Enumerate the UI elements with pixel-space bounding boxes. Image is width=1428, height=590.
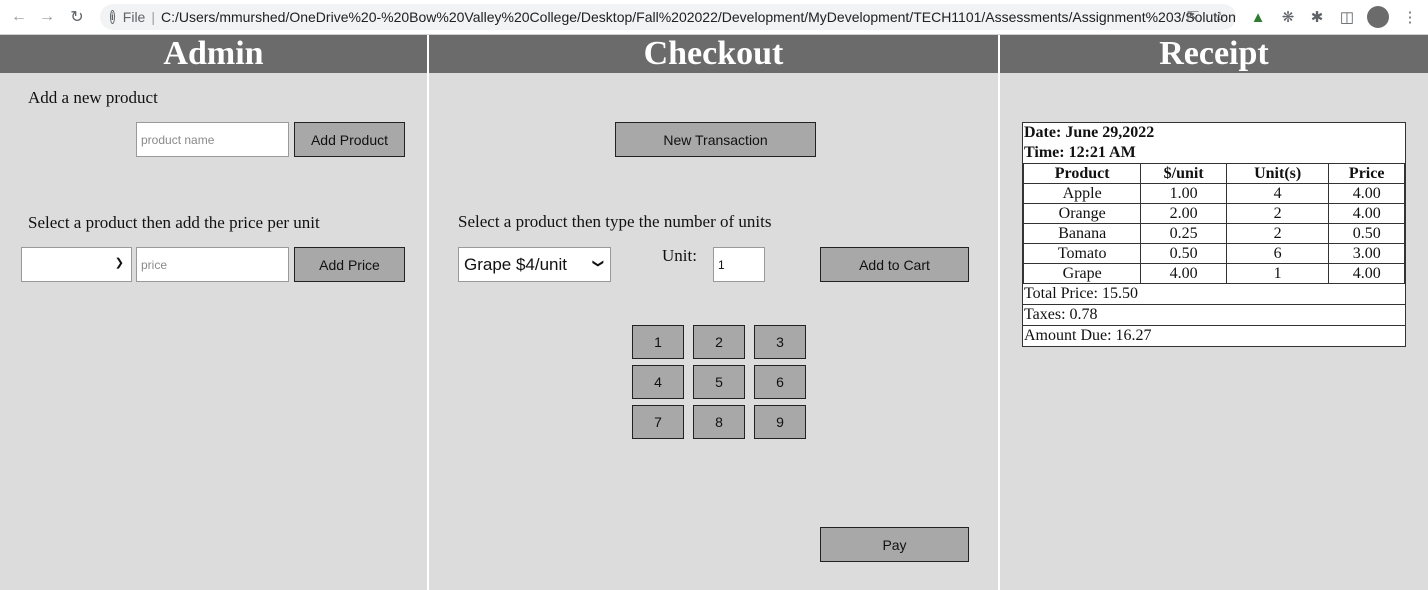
admin-panel: Admin Add a new product Add Product Sele… bbox=[0, 35, 427, 590]
table-cell: 0.25 bbox=[1140, 223, 1227, 244]
info-icon[interactable]: i bbox=[110, 10, 115, 24]
table-row: Orange 2.00 2 4.00 bbox=[1022, 203, 1405, 224]
star-icon[interactable]: ☆ bbox=[1210, 7, 1230, 27]
address-separator: | bbox=[151, 9, 155, 25]
back-arrow-icon[interactable]: ← bbox=[8, 6, 30, 28]
table-cell: 0.50 bbox=[1328, 223, 1405, 244]
receipt-panel: Receipt Date: June 29,2022 Time: 12:21 A… bbox=[1000, 35, 1428, 590]
chevron-down-icon: ❯ bbox=[591, 258, 604, 269]
keypad-5-button[interactable]: 5 bbox=[693, 365, 745, 399]
add-product-label: Add a new product bbox=[28, 88, 158, 107]
keypad-4-button[interactable]: 4 bbox=[632, 365, 684, 399]
price-input[interactable] bbox=[136, 247, 289, 282]
keypad-7-button[interactable]: 7 bbox=[632, 405, 684, 439]
table-cell: 4.00 bbox=[1328, 263, 1405, 284]
table-cell: Orange bbox=[1022, 203, 1142, 224]
table-cell: 4.00 bbox=[1328, 183, 1405, 204]
bug-extension-icon[interactable]: ❋ bbox=[1278, 7, 1298, 27]
price-instruction-label: Select a product then add the price per … bbox=[28, 213, 320, 232]
column-header: Unit(s) bbox=[1225, 163, 1330, 184]
table-cell: Banana bbox=[1022, 223, 1142, 244]
puzzle-extensions-icon[interactable]: ✱ bbox=[1307, 7, 1327, 27]
receipt-time: Time: 12:21 AM bbox=[1024, 144, 1136, 161]
table-cell: Apple bbox=[1022, 183, 1142, 204]
table-row: Grape 4.00 1 4.00 bbox=[1022, 263, 1405, 284]
admin-title: Admin bbox=[0, 35, 427, 73]
tree-extension-icon[interactable]: ▲ bbox=[1248, 7, 1268, 27]
checkout-product-select[interactable]: Grape $4/unit ❯ bbox=[458, 247, 611, 282]
url-text: C:/Users/mmurshed/OneDrive%20-%20Bow%20V… bbox=[160, 9, 1236, 25]
receipt-items-table: Product $/unit Unit(s) Price Apple 1.00 … bbox=[1022, 163, 1405, 284]
checkout-product-select-value: Grape $4/unit bbox=[464, 254, 568, 274]
share-icon[interactable]: ⇱ bbox=[1183, 7, 1203, 27]
column-header: Product bbox=[1022, 163, 1142, 184]
table-cell: 3.00 bbox=[1328, 243, 1405, 264]
table-cell: 2 bbox=[1225, 203, 1330, 224]
taxes: Taxes: 0.78 bbox=[1023, 304, 1405, 325]
product-name-input[interactable] bbox=[136, 122, 289, 157]
chevron-down-icon: ❯ bbox=[114, 257, 124, 269]
receipt-date: Date: June 29,2022 bbox=[1024, 124, 1155, 141]
table-cell: 1.00 bbox=[1140, 183, 1227, 204]
checkout-panel: Checkout New Transaction Select a produc… bbox=[429, 35, 998, 590]
table-cell: 4 bbox=[1225, 183, 1330, 204]
table-row: Apple 1.00 4 4.00 bbox=[1022, 183, 1405, 204]
unit-label: Unit: bbox=[662, 246, 697, 265]
column-header: Price bbox=[1328, 163, 1405, 184]
table-header-row: Product $/unit Unit(s) Price bbox=[1022, 163, 1405, 184]
kebab-menu-icon[interactable]: ⋮ bbox=[1400, 7, 1420, 27]
receipt-table: Date: June 29,2022 Time: 12:21 AM Produc… bbox=[1022, 122, 1406, 347]
keypad-9-button[interactable]: 9 bbox=[754, 405, 806, 439]
amount-due: Amount Due: 16.27 bbox=[1023, 325, 1405, 346]
unit-input[interactable]: 1 bbox=[713, 247, 765, 282]
receipt-title: Receipt bbox=[1000, 35, 1428, 73]
units-instruction-label: Select a product then type the number of… bbox=[458, 212, 772, 231]
new-transaction-button[interactable]: New Transaction bbox=[615, 122, 816, 157]
table-cell: 1 bbox=[1225, 263, 1330, 284]
table-row: Banana 0.25 2 0.50 bbox=[1022, 223, 1405, 244]
table-cell: 2.00 bbox=[1140, 203, 1227, 224]
table-cell: 0.50 bbox=[1140, 243, 1227, 264]
column-header: $/unit bbox=[1140, 163, 1227, 184]
pay-button[interactable]: Pay bbox=[820, 527, 969, 562]
admin-product-select[interactable]: ❯ bbox=[21, 247, 132, 282]
checkout-title: Checkout bbox=[429, 35, 998, 73]
add-product-button[interactable]: Add Product bbox=[294, 122, 405, 157]
side-panel-icon[interactable]: ◫ bbox=[1337, 7, 1357, 27]
add-to-cart-button[interactable]: Add to Cart bbox=[820, 247, 969, 282]
keypad-3-button[interactable]: 3 bbox=[754, 325, 806, 359]
table-cell: 4.00 bbox=[1328, 203, 1405, 224]
total-price: Total Price: 15.50 bbox=[1024, 285, 1138, 302]
keypad-1-button[interactable]: 1 bbox=[632, 325, 684, 359]
keypad-6-button[interactable]: 6 bbox=[754, 365, 806, 399]
table-cell: 2 bbox=[1225, 223, 1330, 244]
keypad-2-button[interactable]: 2 bbox=[693, 325, 745, 359]
address-bar[interactable]: i File | C:/Users/mmurshed/OneDrive%20-%… bbox=[100, 4, 1236, 30]
scheme-label: File bbox=[122, 9, 146, 25]
forward-arrow-icon[interactable]: → bbox=[36, 6, 58, 28]
reload-icon[interactable]: ↻ bbox=[66, 6, 88, 28]
table-cell: 6 bbox=[1225, 243, 1330, 264]
avatar[interactable] bbox=[1367, 6, 1389, 28]
browser-toolbar: ← → ↻ i File | C:/Users/mmurshed/OneDriv… bbox=[0, 0, 1428, 35]
table-cell: 4.00 bbox=[1140, 263, 1227, 284]
keypad-8-button[interactable]: 8 bbox=[693, 405, 745, 439]
table-cell: Grape bbox=[1022, 263, 1142, 284]
table-cell: Tomato bbox=[1022, 243, 1142, 264]
table-row: Tomato 0.50 6 3.00 bbox=[1022, 243, 1405, 264]
add-price-button[interactable]: Add Price bbox=[294, 247, 405, 282]
